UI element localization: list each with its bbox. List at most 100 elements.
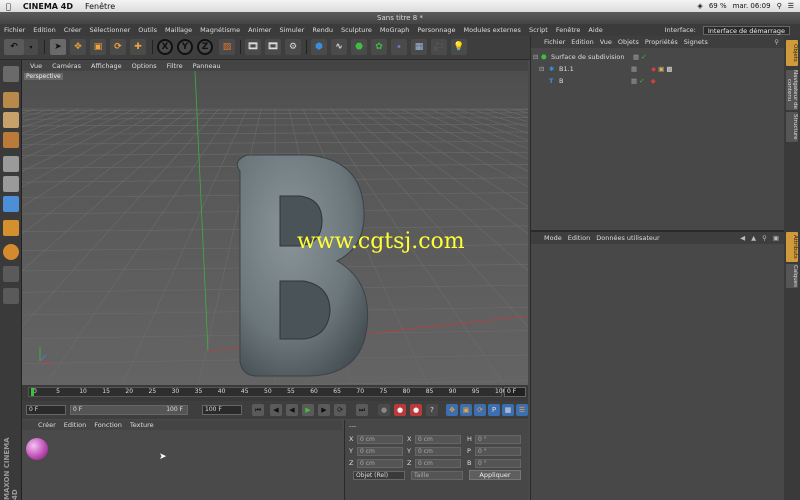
coord-mode-dropdown[interactable]: Objet (Rel) bbox=[353, 471, 405, 480]
visibility-dots-icon[interactable]: ▦ bbox=[631, 65, 637, 73]
tag-icon[interactable]: ▩ bbox=[666, 65, 672, 73]
coord-size-dropdown[interactable]: Taille bbox=[411, 471, 463, 480]
clock[interactable]: mar. 06:09 bbox=[733, 2, 771, 10]
key-param-icon[interactable]: P bbox=[488, 404, 500, 416]
cloner-icon[interactable]: ✿ bbox=[371, 39, 387, 55]
edges-mode-icon[interactable] bbox=[3, 176, 19, 192]
light-icon[interactable]: 💡 bbox=[451, 39, 467, 55]
coord-size-x[interactable]: 0 cm bbox=[415, 435, 461, 444]
object-row[interactable]: ⊟ ⬣ Surface de subdivision ▦ ✓ bbox=[531, 52, 785, 62]
menu-outils[interactable]: Outils bbox=[134, 26, 161, 34]
go-to-start-icon[interactable]: ⏮ bbox=[252, 404, 264, 416]
camera-icon[interactable]: 🎥 bbox=[431, 39, 447, 55]
axis-mode-icon[interactable] bbox=[3, 220, 19, 236]
tab-objets[interactable]: Objets bbox=[786, 40, 798, 66]
visibility-dots-icon[interactable]: ▦ bbox=[633, 53, 639, 61]
material-menu-creer[interactable]: Créer bbox=[34, 421, 60, 429]
z-axis-icon[interactable]: Z bbox=[197, 39, 213, 55]
apple-icon[interactable]:  bbox=[0, 2, 17, 11]
playhead[interactable] bbox=[31, 388, 34, 396]
tab-structure[interactable]: Structure bbox=[786, 112, 798, 142]
attr-menu-edition[interactable]: Edition bbox=[565, 234, 594, 242]
render-settings-icon[interactable]: ⚙ bbox=[285, 39, 301, 55]
coord-size-z[interactable]: 0 cm bbox=[415, 459, 461, 468]
coord-pos-x[interactable]: 0 cm bbox=[357, 435, 403, 444]
material-menu-texture[interactable]: Texture bbox=[126, 421, 158, 429]
material-menu-edition[interactable]: Edition bbox=[60, 421, 91, 429]
move-icon[interactable]: ✥ bbox=[70, 39, 86, 55]
make-editable-icon[interactable] bbox=[3, 66, 19, 82]
menu-fichier[interactable]: Fichier bbox=[0, 26, 29, 34]
coord-pos-z[interactable]: 0 cm bbox=[357, 459, 403, 468]
app-menu[interactable]: CINEMA 4D bbox=[17, 2, 79, 11]
menu-magnetisme[interactable]: Magnétisme bbox=[196, 26, 244, 34]
key-pla-icon[interactable]: ▦ bbox=[502, 404, 514, 416]
obj-menu-objets[interactable]: Objets bbox=[615, 38, 642, 46]
prev-key-icon[interactable]: ◀ bbox=[270, 404, 282, 416]
workplane-icon[interactable] bbox=[3, 132, 19, 148]
timeline-options-icon[interactable]: ☰ bbox=[516, 404, 528, 416]
go-to-end-icon[interactable]: ⏭ bbox=[356, 404, 368, 416]
autokey-icon[interactable]: ● bbox=[410, 404, 422, 416]
points-mode-icon[interactable] bbox=[3, 156, 19, 172]
snap-icon[interactable] bbox=[3, 266, 19, 282]
play-icon[interactable]: ▶ bbox=[302, 404, 314, 416]
key-rotation-icon[interactable]: ⟳ bbox=[474, 404, 486, 416]
timeline-frame-field[interactable]: 0 F bbox=[504, 387, 526, 397]
viewport-menu-cameras[interactable]: Caméras bbox=[47, 62, 86, 70]
coord-rot-p[interactable]: 0 ° bbox=[475, 447, 521, 456]
obj-menu-fichier[interactable]: Fichier bbox=[541, 38, 568, 46]
material-swatch[interactable] bbox=[26, 438, 48, 460]
key-scale-icon[interactable]: ▣ bbox=[460, 404, 472, 416]
subdivision-surface-icon[interactable]: ⬣ bbox=[351, 39, 367, 55]
range-slider[interactable]: 0 F 100 F bbox=[70, 405, 188, 415]
menu-mograph[interactable]: MoGraph bbox=[376, 26, 414, 34]
coord-pos-y[interactable]: 0 cm bbox=[357, 447, 403, 456]
viewport-menu-affichage[interactable]: Affichage bbox=[86, 62, 127, 70]
apply-button[interactable]: Appliquer bbox=[469, 470, 521, 480]
up-arrow-icon[interactable]: ▲ bbox=[748, 234, 759, 242]
coord-rot-h[interactable]: 0 ° bbox=[475, 435, 521, 444]
next-frame-icon[interactable]: ▶ bbox=[318, 404, 330, 416]
polygons-mode-icon[interactable] bbox=[3, 196, 19, 212]
object-row[interactable]: T B ▦ ✓ ◆ bbox=[531, 76, 785, 86]
tab-calques[interactable]: Calques bbox=[786, 264, 798, 288]
visibility-dots-icon[interactable]: ▦ bbox=[631, 77, 637, 85]
menu-selectionner[interactable]: Sélectionner bbox=[86, 26, 135, 34]
menu-modules-externes[interactable]: Modules externes bbox=[460, 26, 525, 34]
menu-simuler[interactable]: Simuler bbox=[275, 26, 308, 34]
viewport-menu-vue[interactable]: Vue bbox=[22, 62, 47, 70]
enabled-check-icon[interactable]: ✓ bbox=[641, 53, 646, 61]
menu-aide[interactable]: Aide bbox=[584, 26, 606, 34]
attr-menu-mode[interactable]: Mode bbox=[541, 234, 565, 242]
material-menu-fonction[interactable]: Fonction bbox=[90, 421, 126, 429]
cube-icon[interactable]: ⬢ bbox=[311, 39, 327, 55]
coord-size-y[interactable]: 0 cm bbox=[415, 447, 461, 456]
perspective-viewport[interactable]: Perspective www.cgtsj.com bbox=[22, 71, 528, 385]
loop-icon[interactable]: ⟳ bbox=[334, 404, 346, 416]
record-icon[interactable]: ● bbox=[394, 404, 406, 416]
x-axis-icon[interactable]: X bbox=[157, 39, 173, 55]
timeline-ruler[interactable]: 0 5 10 15 20 25 30 35 40 45 50 55 60 65 70 75 80 85 90 95 10… bbox=[28, 387, 506, 397]
max-frame-field[interactable]: 100 F bbox=[202, 405, 242, 415]
prev-frame-icon[interactable]: ◀ bbox=[286, 404, 298, 416]
wifi-icon[interactable]: ◈ bbox=[697, 2, 702, 10]
tag-icon[interactable]: ◆ bbox=[651, 65, 656, 73]
menu-maillage[interactable]: Maillage bbox=[161, 26, 196, 34]
menu-creer[interactable]: Créer bbox=[60, 26, 86, 34]
obj-menu-vue[interactable]: Vue bbox=[597, 38, 615, 46]
obj-menu-edition[interactable]: Edition bbox=[568, 38, 597, 46]
texture-mode-icon[interactable] bbox=[3, 112, 19, 128]
y-axis-icon[interactable]: Y bbox=[177, 39, 193, 55]
os-menu-window[interactable]: Fenêtre bbox=[79, 2, 121, 11]
viewport-menu-panneau[interactable]: Panneau bbox=[188, 62, 226, 70]
menu-personnage[interactable]: Personnage bbox=[413, 26, 459, 34]
redo-icon[interactable]: ▾ bbox=[24, 39, 38, 55]
menu-fenetre[interactable]: Fenêtre bbox=[552, 26, 585, 34]
viewport-menu-filtre[interactable]: Filtre bbox=[162, 62, 188, 70]
enabled-check-icon[interactable]: ✓ bbox=[639, 77, 644, 85]
coordinate-system-icon[interactable]: ▨ bbox=[219, 39, 235, 55]
render-view-icon[interactable]: 🎞 bbox=[245, 39, 261, 55]
battery-level[interactable]: 69 % bbox=[709, 2, 727, 10]
back-arrow-icon[interactable]: ◀ bbox=[737, 234, 748, 242]
